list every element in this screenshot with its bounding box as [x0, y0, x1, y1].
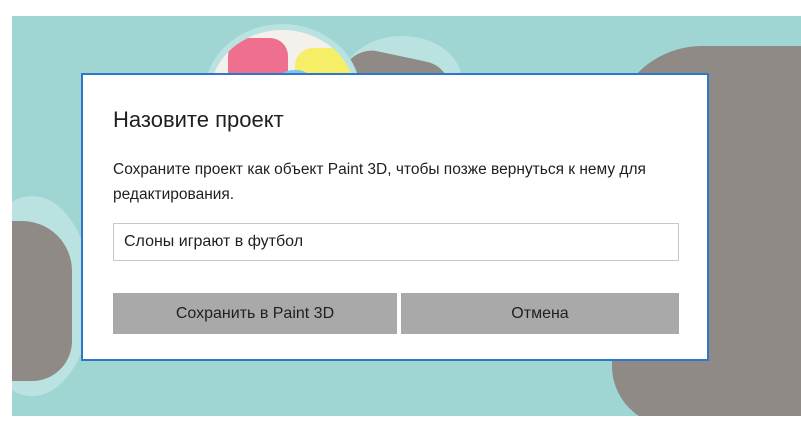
cancel-button[interactable]: Отмена: [401, 293, 679, 334]
dialog-description: Сохраните проект как объект Paint 3D, чт…: [113, 161, 646, 203]
elephant-left-image: [12, 221, 72, 381]
project-name-input[interactable]: [113, 223, 679, 261]
name-project-dialog: Назовите проект Сохраните проект как объ…: [81, 73, 709, 361]
save-to-paint3d-button[interactable]: Сохранить в Paint 3D: [113, 293, 397, 334]
dialog-title: Назовите проект: [113, 107, 284, 132]
